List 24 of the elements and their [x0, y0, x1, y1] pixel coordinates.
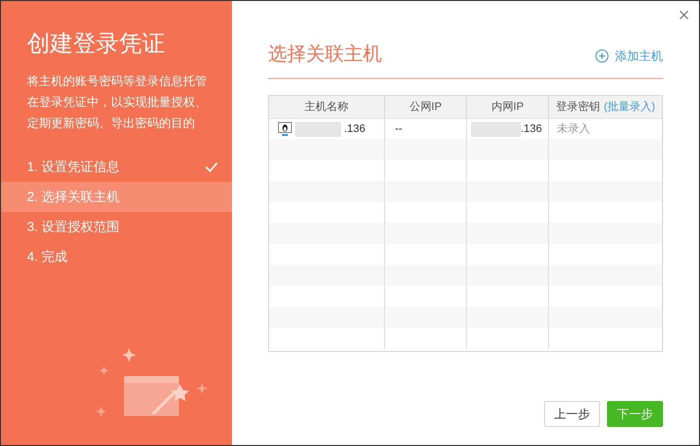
- step-item[interactable]: 1. 设置凭证信息: [1, 152, 232, 182]
- step-item[interactable]: 4. 完成: [1, 242, 232, 272]
- redacted-block: [470, 122, 521, 136]
- next-button[interactable]: 下一步: [607, 401, 663, 427]
- batch-entry-link[interactable]: (批量录入): [604, 98, 656, 116]
- login-key-cell-text: 未录入: [557, 122, 590, 137]
- column-header: 登录密钥 (批量录入): [549, 96, 662, 118]
- previous-button[interactable]: 上一步: [544, 401, 600, 427]
- redacted-block: [295, 122, 341, 136]
- private-ip-cell-text: .136: [520, 122, 542, 137]
- host-name-cell-text: .136: [344, 122, 366, 137]
- sidebar-title: 创建登录凭证: [27, 29, 166, 58]
- column-header: 主机名称: [269, 96, 385, 118]
- column-header: 内网IP: [467, 96, 549, 118]
- public-ip-cell-text: --: [395, 122, 402, 137]
- close-icon[interactable]: [679, 10, 689, 20]
- step-item[interactable]: 3. 设置授权范围: [1, 212, 232, 242]
- plus-circle-icon: [595, 49, 609, 63]
- sidebar-description: 将主机的账号密码等登录信息托管在登录凭证中，以实现批量授权、定期更新密码、导出密码的目的: [27, 73, 208, 132]
- panel-title: 选择关联主机: [268, 43, 382, 67]
- add-host-link[interactable]: 添加主机: [595, 47, 663, 65]
- column-header: 公网IP: [385, 96, 467, 118]
- linux-host-icon: [278, 122, 292, 136]
- step-item[interactable]: 2. 选择关联主机: [1, 182, 232, 212]
